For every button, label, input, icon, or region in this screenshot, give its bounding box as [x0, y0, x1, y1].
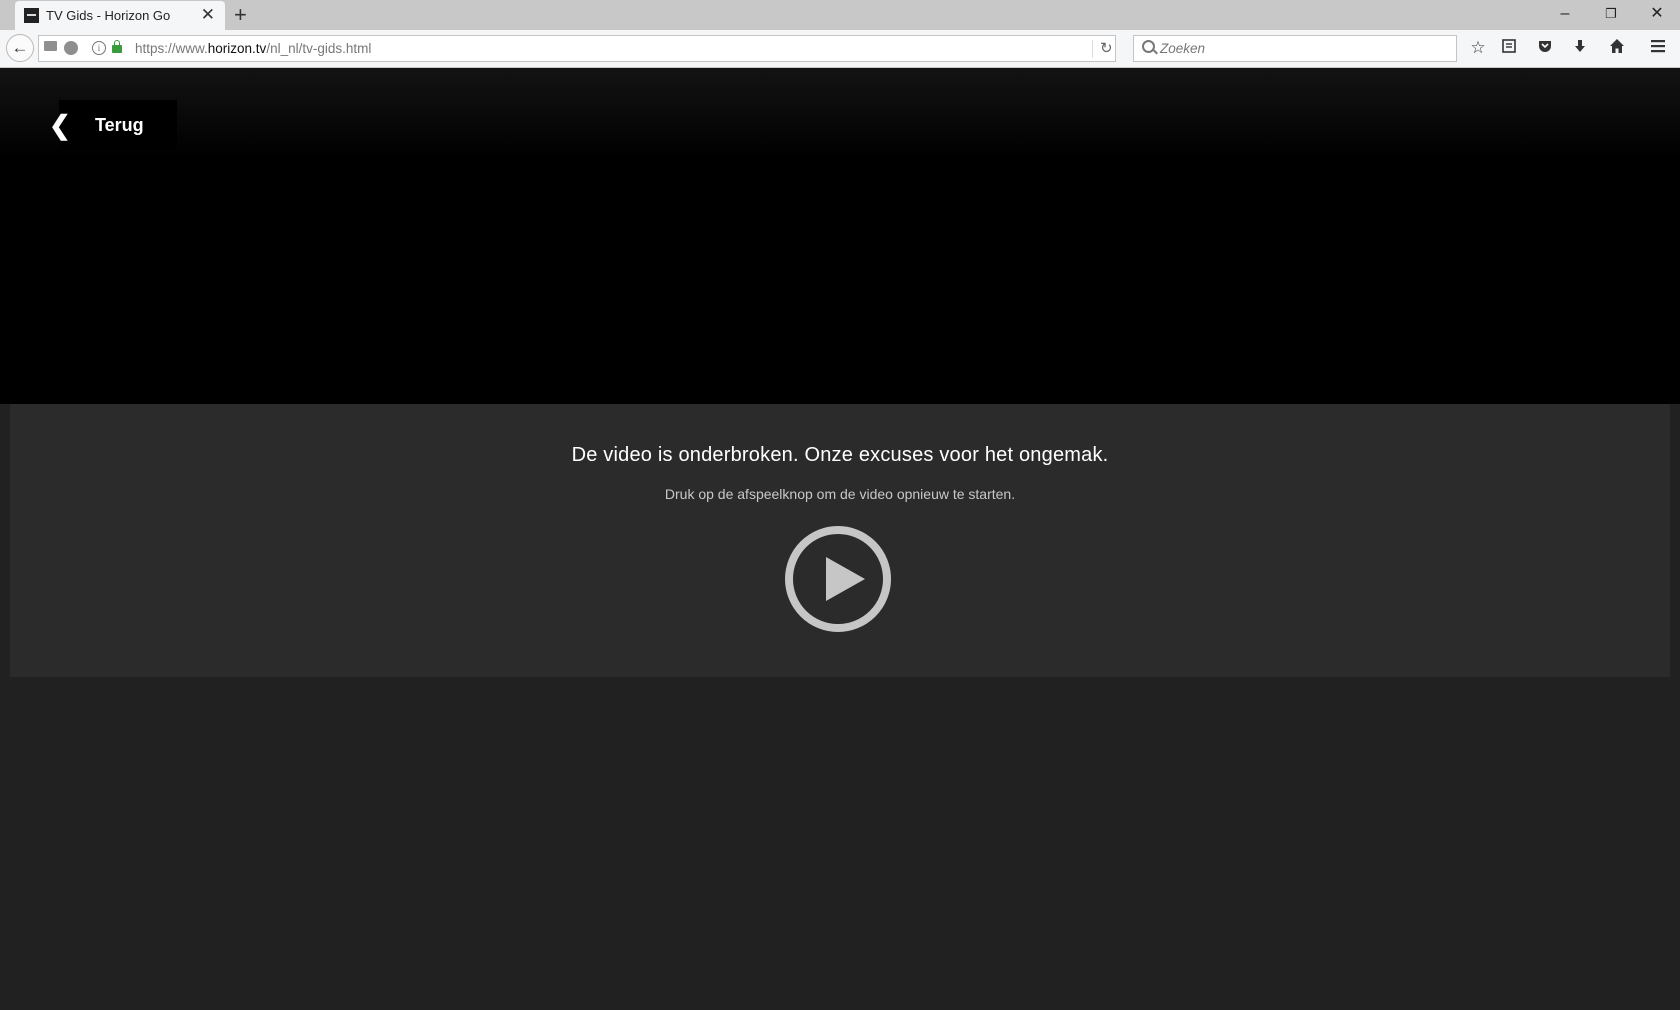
back-button[interactable]: ❮ Terug [49, 100, 177, 150]
info-icon[interactable]: i [92, 41, 106, 55]
error-message: Druk op de afspeelknop om de video opnie… [664, 486, 1016, 502]
error-title: De video is onderbroken. Onze excuses vo… [571, 444, 1109, 466]
restore-button[interactable]: ❐ [1596, 3, 1626, 25]
reading-list-icon[interactable] [1499, 38, 1519, 58]
minimize-button[interactable]: – [1550, 3, 1580, 25]
chevron-left-icon: ❮ [49, 110, 71, 140]
search-input[interactable]: Zoeken [1160, 41, 1205, 56]
browser-back-button[interactable]: ← [6, 34, 34, 62]
url-path: /nl_nl/tv-gids.html [266, 41, 372, 56]
menu-icon[interactable] [1648, 38, 1668, 58]
address-bar[interactable]: i https://www.horizon.tv/nl_nl/tv-gids.h… [38, 35, 1116, 62]
url-separator [1092, 40, 1093, 58]
url-text[interactable]: https://www.horizon.tv/nl_nl/tv-gids.htm… [135, 41, 371, 56]
download-icon[interactable] [1570, 38, 1590, 58]
page-content: ❮ Terug De video is onderbroken. Onze ex… [0, 68, 1680, 1010]
play-circle-icon [785, 526, 891, 632]
error-panel: De video is onderbroken. Onze excuses vo… [10, 404, 1670, 677]
close-window-button[interactable]: ✕ [1642, 3, 1672, 25]
browser-tab[interactable]: TV Gids - Horizon Go ✕ [15, 1, 225, 30]
search-bar[interactable]: Zoeken [1133, 35, 1457, 62]
new-tab-button[interactable]: + [234, 3, 247, 27]
tab-title: TV Gids - Horizon Go [46, 8, 171, 23]
navigation-toolbar: ← i https://www.horizon.tv/nl_nl/tv-gids… [0, 30, 1680, 68]
reload-icon[interactable]: ↻ [1100, 39, 1113, 57]
favicon-icon [24, 8, 39, 23]
video-area [0, 68, 1680, 404]
star-icon[interactable]: ☆ [1468, 38, 1488, 58]
pocket-icon[interactable] [1535, 38, 1555, 58]
play-button[interactable] [784, 525, 892, 633]
home-icon[interactable] [1607, 38, 1627, 58]
search-icon [1142, 40, 1155, 53]
bookmark-folder-icon[interactable] [44, 41, 57, 51]
close-tab-icon[interactable]: ✕ [201, 6, 215, 23]
back-label: Terug [95, 115, 144, 135]
url-host: horizon.tv [207, 41, 267, 56]
lock-icon[interactable] [112, 40, 122, 53]
tab-strip: TV Gids - Horizon Go ✕ + – ❐ ✕ [0, 0, 1680, 30]
url-prefix: https://www. [135, 41, 208, 56]
puzzle-icon[interactable] [64, 41, 78, 55]
